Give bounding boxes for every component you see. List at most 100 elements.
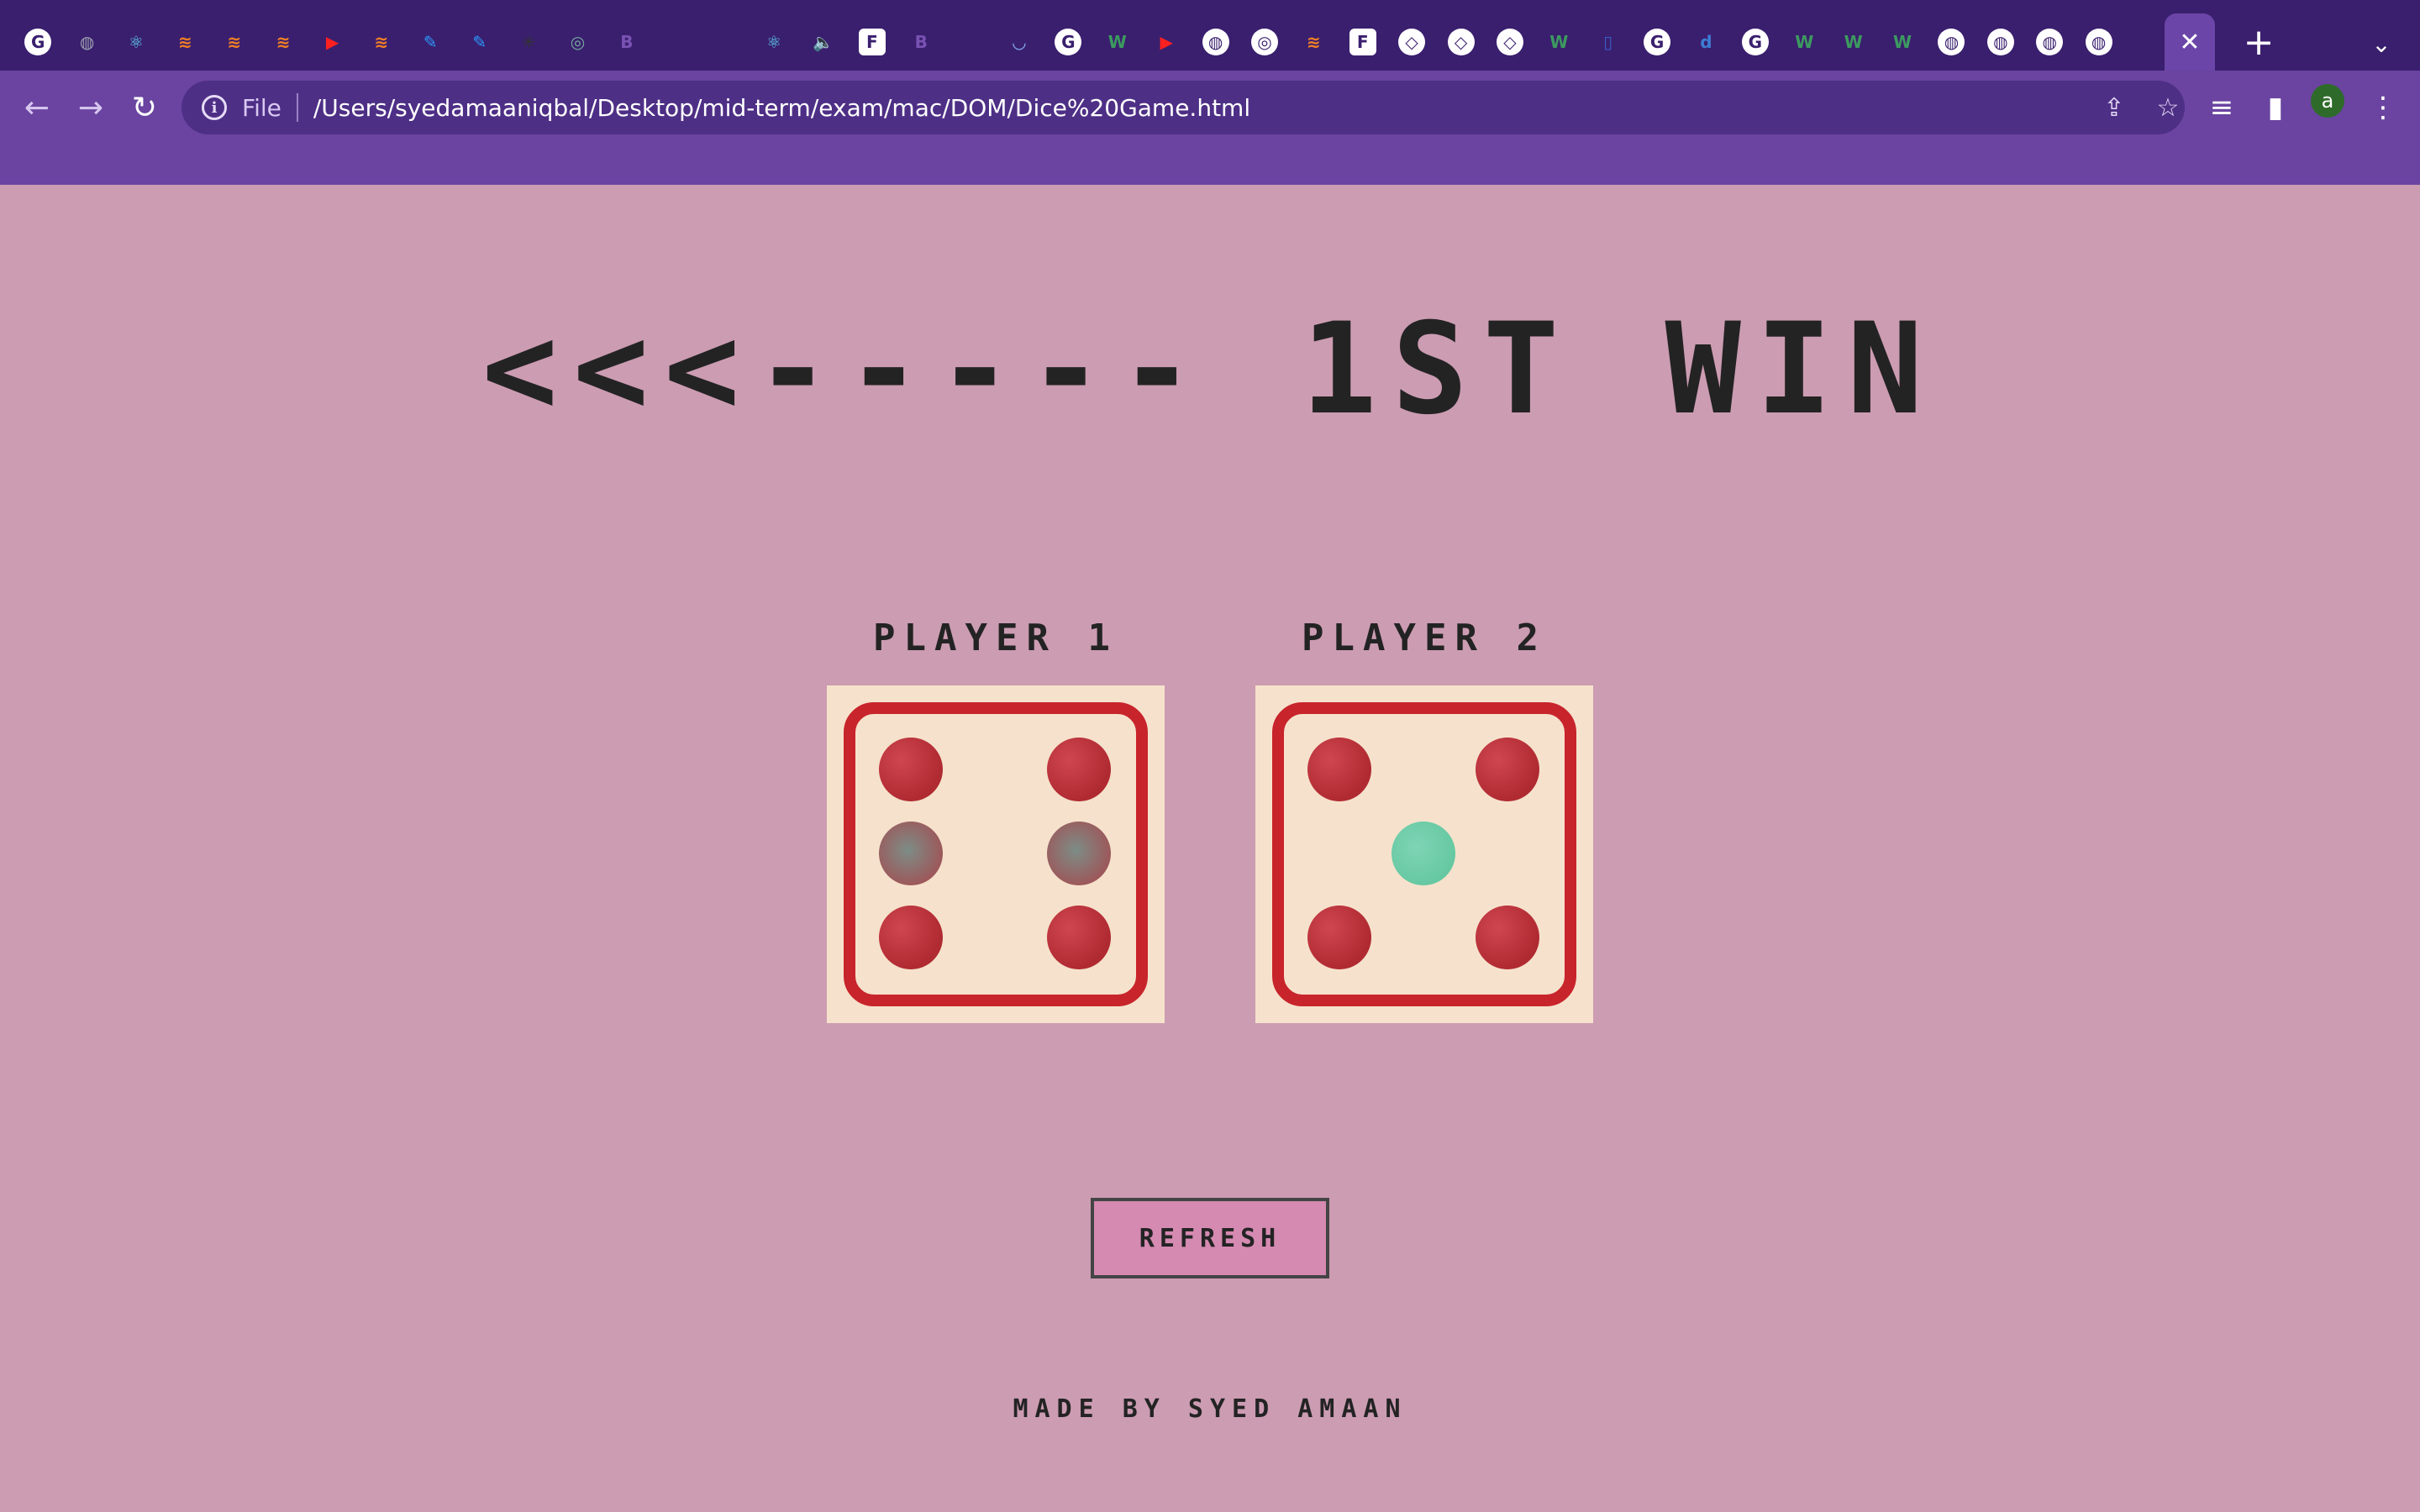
die-pip bbox=[879, 738, 943, 801]
browser-tab[interactable]: F bbox=[848, 18, 897, 66]
browser-tab[interactable]: F bbox=[1339, 18, 1387, 66]
browser-tab[interactable]: ◍ bbox=[1927, 18, 1975, 66]
browser-tab[interactable]: ▶ bbox=[1142, 18, 1191, 66]
url-text[interactable]: /Users/syedamaaniqbal/Desktop/mid-term/e… bbox=[313, 94, 1250, 122]
browser-tab[interactable]: ▯ bbox=[1584, 18, 1633, 66]
tab-search-chevron-icon[interactable]: ⌄ bbox=[2360, 22, 2403, 66]
browser-tab[interactable]: B bbox=[700, 18, 749, 66]
browser-tab[interactable]: W bbox=[1534, 18, 1583, 66]
browser-tab[interactable]: W bbox=[1780, 18, 1828, 66]
browser-tab[interactable]: ≋ bbox=[210, 18, 259, 66]
die-pip bbox=[879, 906, 943, 969]
browser-tab[interactable]: ◎ bbox=[553, 18, 602, 66]
browser-tab[interactable]: ◍ bbox=[1976, 18, 2025, 66]
tab-favicon-icon: ◍ bbox=[1938, 29, 1965, 55]
tab-favicon-icon: ≋ bbox=[177, 32, 192, 52]
browser-tab[interactable]: ◍ bbox=[1191, 18, 1239, 66]
player-2-label: PLAYER 2 bbox=[1302, 617, 1547, 659]
die-face-five bbox=[1272, 702, 1576, 1006]
url-scheme-label: File bbox=[242, 93, 281, 122]
back-button[interactable]: ← bbox=[13, 84, 60, 131]
tab-favicon-icon: ≋ bbox=[1306, 32, 1321, 52]
tab-favicon-icon: F bbox=[858, 29, 886, 55]
browser-tab[interactable]: ◇ bbox=[1436, 18, 1485, 66]
browser-tab[interactable]: W bbox=[1093, 18, 1142, 66]
tab-favicon-icon: ◇ bbox=[1447, 29, 1475, 55]
browser-tab[interactable]: G bbox=[1044, 18, 1092, 66]
browser-tab[interactable]: 🔈 bbox=[798, 18, 847, 66]
browser-tab[interactable]: ⚛ bbox=[112, 18, 160, 66]
die-pip bbox=[879, 822, 943, 885]
browser-tab[interactable]: ◇ bbox=[1387, 18, 1436, 66]
tab-favicon-icon: 🔈 bbox=[812, 32, 834, 52]
tab-favicon-icon: F bbox=[1349, 29, 1376, 55]
tab-favicon-icon: W bbox=[1795, 32, 1814, 52]
die-face-six bbox=[844, 702, 1148, 1006]
tab-favicon-icon: B bbox=[620, 32, 634, 52]
browser-tab[interactable]: G bbox=[1731, 18, 1780, 66]
bookmark-star-icon[interactable]: ☆ bbox=[2151, 91, 2185, 124]
tab-favicon-icon: W bbox=[1893, 32, 1912, 52]
tab-favicon-icon: ≋ bbox=[227, 32, 242, 52]
reading-list-icon[interactable]: ≡ bbox=[2198, 84, 2245, 131]
browser-tab[interactable]: ◍ bbox=[2025, 18, 2074, 66]
player-1-die bbox=[827, 685, 1165, 1023]
player-2-panel: PLAYER 2 bbox=[1255, 613, 1593, 1023]
reload-button[interactable]: ↻ bbox=[121, 84, 168, 131]
new-tab-button[interactable]: + bbox=[2235, 18, 2282, 66]
browser-tab[interactable]: W bbox=[1878, 18, 1927, 66]
browser-tab[interactable]: B bbox=[651, 18, 700, 66]
browser-tab[interactable]: ✳ bbox=[504, 18, 553, 66]
browser-tab[interactable]: B bbox=[897, 18, 945, 66]
die-pip bbox=[1392, 822, 1455, 885]
browser-tab[interactable]: ≋ bbox=[1289, 18, 1338, 66]
player-1-label: PLAYER 1 bbox=[873, 617, 1118, 659]
close-icon[interactable]: ✕ bbox=[2179, 28, 2200, 57]
browser-tab[interactable]: ✎ bbox=[406, 18, 455, 66]
browser-tab[interactable]: ◍ bbox=[62, 18, 111, 66]
address-bar[interactable]: i File /Users/syedamaaniqbal/Desktop/mid… bbox=[182, 81, 2185, 134]
browser-tab[interactable]: ◎ bbox=[1240, 18, 1289, 66]
browser-tab[interactable]: ≋ bbox=[259, 18, 308, 66]
info-icon[interactable]: i bbox=[202, 95, 227, 120]
side-panel-icon[interactable]: ▮ bbox=[2252, 84, 2299, 131]
browser-tab[interactable]: ▶ bbox=[308, 18, 356, 66]
tab-favicon-icon: ✳ bbox=[521, 32, 536, 52]
browser-tab[interactable]: W bbox=[1828, 18, 1877, 66]
tab-favicon-icon: B bbox=[914, 32, 928, 52]
browser-tab[interactable]: ◍ bbox=[2074, 18, 2123, 66]
active-tab[interactable]: ✕ bbox=[2165, 13, 2215, 71]
browser-tab[interactable]: B bbox=[602, 18, 651, 66]
die-pip bbox=[1307, 738, 1371, 801]
tab-favicon-icon: ≋ bbox=[276, 32, 291, 52]
browser-tab[interactable]: ◇ bbox=[1486, 18, 1534, 66]
tab-favicon-icon: ⚛ bbox=[766, 32, 782, 52]
browser-tab[interactable]: ≋ bbox=[160, 18, 209, 66]
tab-favicon-icon: ◡ bbox=[1013, 32, 1026, 52]
tab-favicon-icon: ◍ bbox=[79, 32, 95, 52]
browser-tab[interactable]: d bbox=[1681, 18, 1730, 66]
share-icon[interactable]: ⇪ bbox=[2097, 91, 2131, 124]
tab-favicon-icon: ◎ bbox=[1250, 29, 1278, 55]
profile-avatar[interactable]: a bbox=[2311, 84, 2344, 118]
refresh-button[interactable]: REFRESH bbox=[1091, 1198, 1329, 1278]
browser-tab[interactable]: ✎ bbox=[455, 18, 504, 66]
tab-list: G ◍ ⚛ ≋ ≋ ≋ ▶ ≋ ✎ ✎ ✳ ◎ B B B ⚛ 🔈 F B B ◡ G W ▶ ◍ ◎ ≋ F ◇ ◇ ◇ W ▯ Gd G W W W ◍… bbox=[13, 18, 2123, 66]
browser-tab[interactable]: ⚛ bbox=[750, 18, 798, 66]
menu-kebab-icon[interactable]: ⋮ bbox=[2360, 84, 2407, 131]
forward-button[interactable]: → bbox=[67, 84, 114, 131]
browser-tab[interactable]: ≋ bbox=[357, 18, 406, 66]
browser-tab[interactable]: G bbox=[1633, 18, 1681, 66]
tab-favicon-icon: ≋ bbox=[374, 32, 389, 52]
tab-favicon-icon: W bbox=[1549, 32, 1569, 52]
browser-toolbar: ← → ↻ i File /Users/syedamaaniqbal/Deskt… bbox=[0, 71, 2420, 185]
tab-favicon-icon: ▯ bbox=[1603, 32, 1613, 52]
browser-tab[interactable]: ◡ bbox=[995, 18, 1044, 66]
browser-tab[interactable]: G bbox=[13, 18, 62, 66]
page-content: <<<----- 1ST WIN PLAYER 1 PLAYER 2 REFRE… bbox=[0, 185, 2420, 1512]
browser-tab[interactable]: B bbox=[945, 18, 994, 66]
tab-favicon-icon: ◎ bbox=[570, 32, 586, 52]
tab-favicon-icon: ⚛ bbox=[129, 32, 144, 52]
tab-favicon-icon: ◍ bbox=[1202, 29, 1229, 55]
tab-favicon-icon: ▶ bbox=[325, 32, 339, 52]
